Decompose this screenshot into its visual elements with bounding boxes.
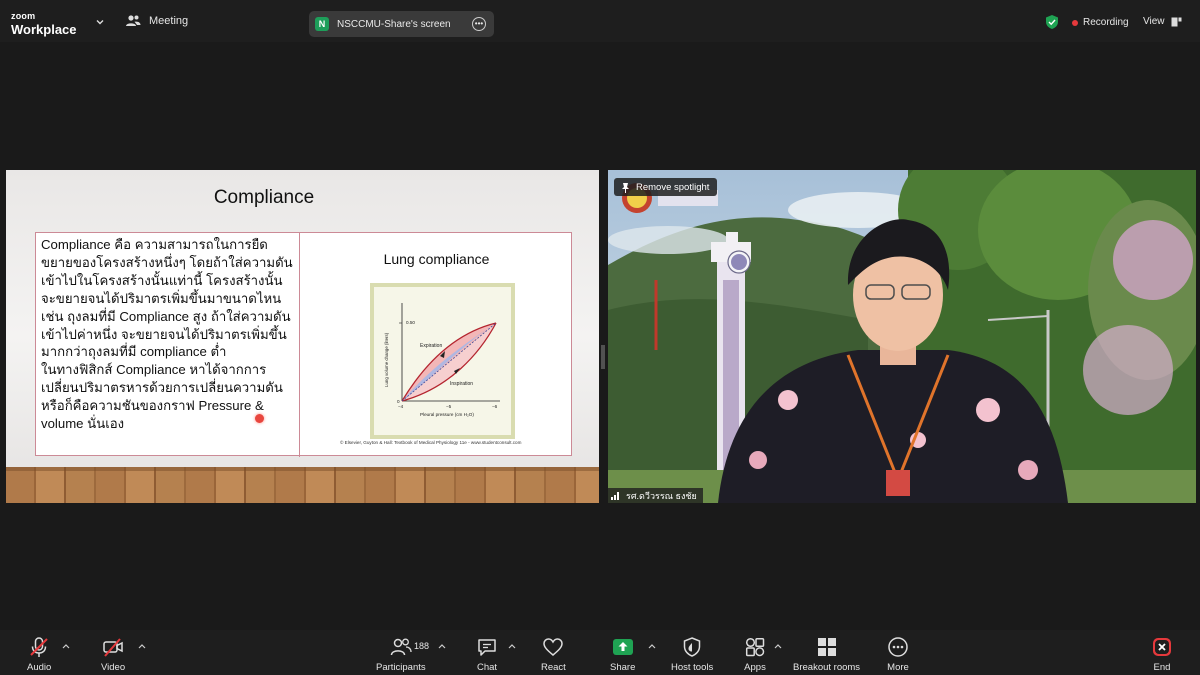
zoom-logo[interactable]: zoom Workplace [11,11,77,37]
host-tools-button[interactable]: Host tools [671,636,713,673]
chat-options-chevron-icon[interactable] [508,643,516,649]
more-label: More [887,662,909,673]
video-label: Video [101,662,126,673]
share-status-pill[interactable]: N NSCCMU-Share's screen ••• [309,11,494,37]
more-options-icon[interactable]: ••• [472,17,486,31]
react-label: React [541,662,566,673]
end-call-icon [1153,638,1171,656]
logo-line-1: zoom [11,11,36,21]
laser-pointer [255,414,264,423]
slide-figure: Lung compliance 0.50 0 −4 −5 −6 Expirati… [300,233,573,457]
audio-button[interactable]: Audio [27,636,51,673]
view-grid-icon [1171,17,1181,26]
figure-ytick: 0.50 [406,320,415,325]
figure-xlabel: Pleural pressure (cm H₂O) [420,412,474,417]
participant-name: รศ.ดวีวรรณ ธงชัย [626,490,697,501]
chat-label: Chat [476,662,498,673]
figure-xtick: −6 [492,404,498,409]
slide-content-box: Compliance คือ ความสามารถในการยืดขยายของ… [35,232,573,457]
share-screen-button[interactable]: Share [610,636,635,673]
end-label: End [1153,662,1171,673]
apps-options-chevron-icon[interactable] [774,643,782,649]
slide-wood-floor [6,467,599,503]
sharer-avatar: N [315,17,329,31]
shield-icon [683,637,701,657]
chevron-down-icon[interactable] [93,15,107,29]
recording-dot [1072,19,1078,26]
audio-options-chevron-icon[interactable] [62,643,70,649]
figure-ylabel: Lung volume change (liters) [384,332,389,387]
shared-screen-slide: Compliance Compliance คือ ความสามารถในกา… [6,170,599,503]
slide-body-text: Compliance คือ ความสามารถในการยืดขยายของ… [36,233,300,457]
video-button[interactable]: Video [101,636,125,673]
recording-indicator[interactable]: Recording [1072,17,1129,28]
breakout-rooms-icon [817,638,836,656]
share-options-chevron-icon[interactable] [648,643,656,649]
view-button[interactable]: View [1143,16,1182,27]
more-button[interactable]: More [887,636,909,673]
video-options-chevron-icon[interactable] [138,643,146,649]
speaker-video[interactable]: Remove spotlight รศ.ดวีวรรณ ธงชัย [608,170,1196,503]
share-label: NSCCMU-Share's screen [337,18,451,30]
figure-title: Lung compliance [383,251,490,267]
more-dots-icon [888,637,908,657]
logo-line-2: Workplace [11,22,77,37]
split-view-drag-handle[interactable] [601,345,605,369]
top-bar: zoom Workplace Meeting N NSCCMU-Share's … [0,0,1200,42]
participants-label: Participants [376,662,426,673]
apps-button[interactable]: Apps [744,636,766,673]
security-shield-icon[interactable] [1045,14,1059,30]
pin-icon [622,182,629,193]
remove-spotlight-label: Remove spotlight [636,181,710,193]
microphone-muted-icon [30,637,48,657]
participant-name-tag: รศ.ดวีวรรณ ธงชัย [608,488,703,503]
audio-label: Audio [27,662,52,673]
signal-strength-icon [611,492,619,500]
slide-title: Compliance [213,187,315,208]
breakout-rooms-label: Breakout rooms [793,662,861,673]
heart-icon [543,638,564,656]
view-label: View [1143,16,1165,27]
share-label: Share [610,662,636,673]
participants-count: 188 [414,641,430,651]
participants-options-chevron-icon[interactable] [438,643,446,649]
share-screen-icon [612,639,633,655]
video-frame [608,170,1196,503]
apps-icon [745,637,765,657]
meeting-menu[interactable]: Meeting [125,14,188,28]
figure-inspiration-label: Inspiration [450,381,473,387]
remove-spotlight-button[interactable]: Remove spotlight [614,178,717,196]
chat-button[interactable]: Chat [476,636,498,673]
figure-expiration-label: Expiration [420,343,442,349]
participants-icon [390,638,412,656]
recording-label: Recording [1083,17,1129,28]
meeting-label: Meeting [149,15,189,27]
zoom-window: zoom Workplace Meeting N NSCCMU-Share's … [0,0,1200,675]
meeting-controls-toolbar: Audio Video Participants 188 Chat React … [0,630,1200,675]
lung-compliance-graph: 0.50 0 −4 −5 −6 Expiration Inspiration P… [370,283,515,439]
chat-bubble-icon [478,639,496,656]
apps-label: Apps [744,662,766,673]
end-meeting-button[interactable]: End [1151,636,1173,673]
figure-caption: © Elsevier, Guyton & Hall: Textbook of M… [340,440,522,445]
breakout-rooms-button[interactable]: Breakout rooms [793,636,860,673]
host-tools-label: Host tools [671,662,714,673]
react-button[interactable]: React [541,636,566,673]
camera-off-icon [103,638,123,657]
figure-xtick: −5 [446,404,452,409]
figure-xtick: −4 [398,404,404,409]
people-icon [126,15,141,26]
